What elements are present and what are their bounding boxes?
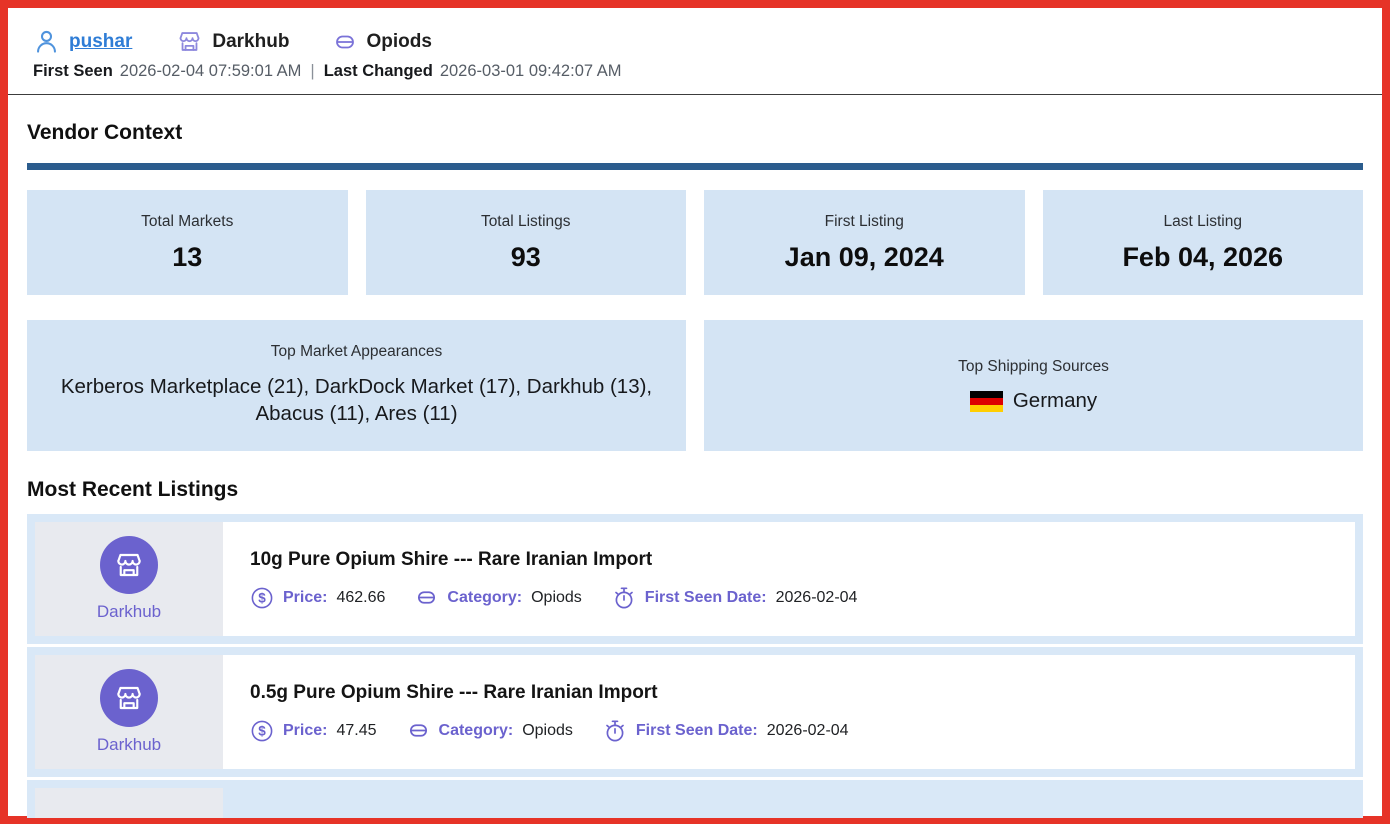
report-content: pushar Darkhub Opiods First Seen 2026-02… <box>8 8 1382 818</box>
germany-flag <box>970 391 1003 412</box>
listing-market-cell: Darkhub <box>35 655 223 769</box>
shipping-country-row: Germany <box>970 389 1097 413</box>
first-seen-label: First Seen <box>33 62 113 81</box>
last-changed-value: 2026-03-01 09:42:07 AM <box>440 62 622 81</box>
entity-chips: pushar Darkhub Opiods <box>33 28 1357 55</box>
top-markets-value: Kerberos Marketplace (21), DarkDock Mark… <box>57 374 656 427</box>
listing-row-partial <box>27 780 1363 818</box>
shipping-country-name: Germany <box>1013 389 1097 413</box>
seen-changed-row: First Seen 2026-02-04 07:59:01 AM | Last… <box>33 62 1357 81</box>
category-group: Category: Opiods <box>415 586 581 609</box>
stat-label: Total Markets <box>141 213 233 231</box>
person-icon <box>33 28 60 55</box>
dollar-circle-icon <box>250 719 274 743</box>
category-group: Category: Opiods <box>407 719 573 742</box>
listing-market-name: Darkhub <box>97 602 161 622</box>
top-shipping-card: Top Shipping Sources Germany <box>704 320 1363 451</box>
meta-separator: | <box>308 62 316 81</box>
listings-title: Most Recent Listings <box>27 478 1363 502</box>
market-avatar-storefront-icon <box>100 669 158 727</box>
stats-grid: Total Markets 13 Total Listings 93 First… <box>27 190 1363 295</box>
vendor-chip: pushar <box>33 28 132 55</box>
first-seen-date-label: First Seen Date: <box>636 722 758 740</box>
header-divider <box>8 94 1382 95</box>
category-label: Category: <box>439 722 514 740</box>
first-seen-date-value: 2026-02-04 <box>767 722 849 740</box>
category-value: Opiods <box>522 722 573 740</box>
market-chip: Darkhub <box>176 28 289 55</box>
price-label: Price: <box>283 589 327 607</box>
price-value: 47.45 <box>336 722 376 740</box>
stat-value: 93 <box>511 242 541 273</box>
top-markets-label: Top Market Appearances <box>271 343 442 361</box>
listing-title: 0.5g Pure Opium Shire --- Rare Iranian I… <box>250 682 1328 704</box>
market-avatar-storefront-icon <box>100 536 158 594</box>
stat-label: Total Listings <box>481 213 571 231</box>
listing-body: 0.5g Pure Opium Shire --- Rare Iranian I… <box>223 655 1355 769</box>
last-changed-label: Last Changed <box>324 62 433 81</box>
listing-row: Darkhub 0.5g Pure Opium Shire --- Rare I… <box>27 647 1363 777</box>
first-seen-group: First Seen Date: 2026-02-04 <box>612 586 858 610</box>
listing-row: Darkhub 10g Pure Opium Shire --- Rare Ir… <box>27 514 1363 644</box>
price-group: Price: 47.45 <box>250 719 377 743</box>
pill-icon <box>407 719 430 742</box>
pill-icon <box>333 30 357 54</box>
stat-card-first-listing: First Listing Jan 09, 2024 <box>704 190 1025 295</box>
accent-bar <box>27 163 1363 170</box>
listing-details: Price: 462.66 Category: Opiods First See… <box>250 586 1328 610</box>
price-group: Price: 462.66 <box>250 586 385 610</box>
first-seen-group: First Seen Date: 2026-02-04 <box>603 719 849 743</box>
market-name: Darkhub <box>212 31 289 53</box>
stat-value: 13 <box>172 242 202 273</box>
stat-card-last-listing: Last Listing Feb 04, 2026 <box>1043 190 1364 295</box>
price-label: Price: <box>283 722 327 740</box>
stat-card-total-markets: Total Markets 13 <box>27 190 348 295</box>
listing-details: Price: 47.45 Category: Opiods First Seen… <box>250 719 1328 743</box>
dollar-circle-icon <box>250 586 274 610</box>
vendor-context-title: Vendor Context <box>27 121 1363 145</box>
stat-value: Jan 09, 2024 <box>785 242 944 273</box>
listing-body: 10g Pure Opium Shire --- Rare Iranian Im… <box>223 522 1355 636</box>
summary-grid: Top Market Appearances Kerberos Marketpl… <box>27 320 1363 451</box>
category-chip: Opiods <box>333 30 431 54</box>
header: pushar Darkhub Opiods First Seen 2026-02… <box>27 8 1363 81</box>
vendor-name-link[interactable]: pushar <box>69 31 132 53</box>
stopwatch-icon <box>603 719 627 743</box>
first-seen-date-label: First Seen Date: <box>645 589 767 607</box>
stopwatch-icon <box>612 586 636 610</box>
category-value: Opiods <box>531 589 582 607</box>
pill-icon <box>415 586 438 609</box>
listing-market-name: Darkhub <box>97 735 161 755</box>
top-shipping-label: Top Shipping Sources <box>958 358 1109 376</box>
stat-label: First Listing <box>825 213 904 231</box>
first-seen-value: 2026-02-04 07:59:01 AM <box>120 62 302 81</box>
category-label: Category: <box>447 589 522 607</box>
top-markets-card: Top Market Appearances Kerberos Marketpl… <box>27 320 686 451</box>
listing-title: 10g Pure Opium Shire --- Rare Iranian Im… <box>250 549 1328 571</box>
category-name: Opiods <box>366 31 431 53</box>
stat-label: Last Listing <box>1164 213 1242 231</box>
price-value: 462.66 <box>336 589 385 607</box>
storefront-icon <box>176 28 203 55</box>
first-seen-date-value: 2026-02-04 <box>776 589 858 607</box>
stat-value: Feb 04, 2026 <box>1122 242 1283 273</box>
stat-card-total-listings: Total Listings 93 <box>366 190 687 295</box>
page: { "header": { "vendor_name": "pushar", "… <box>0 0 1390 824</box>
listing-market-cell: Darkhub <box>35 522 223 636</box>
